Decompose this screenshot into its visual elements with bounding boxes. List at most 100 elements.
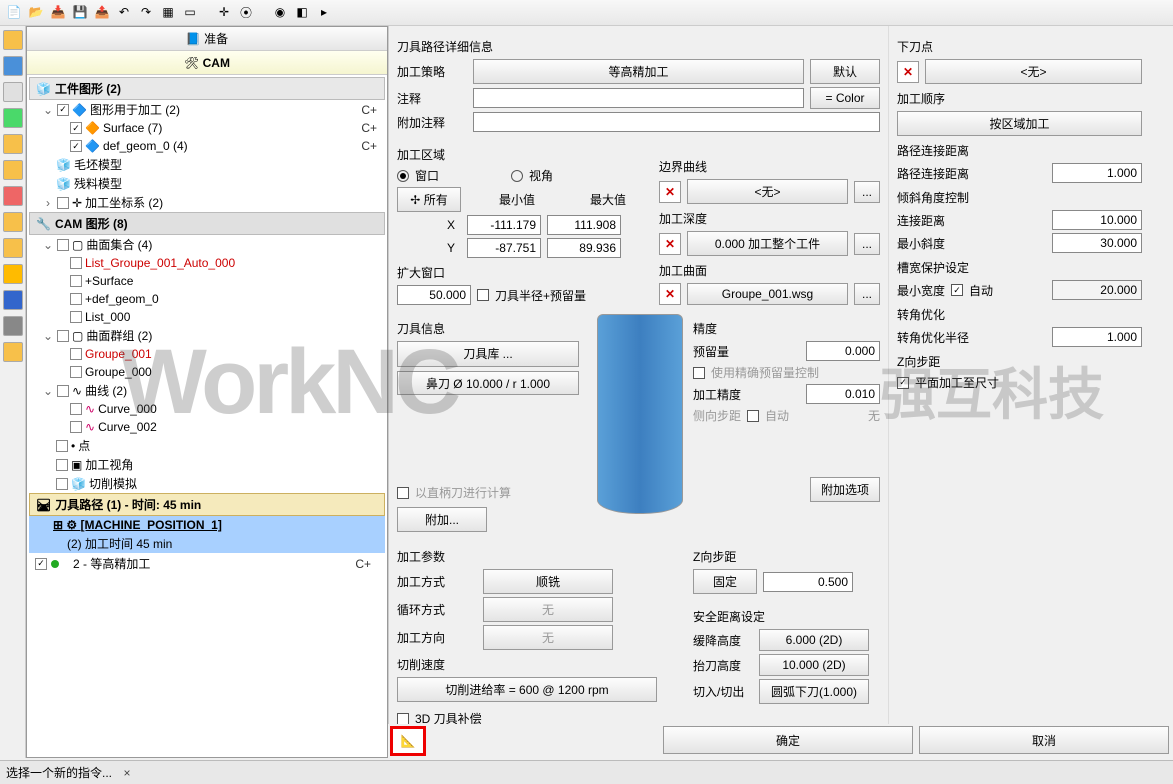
corner-input[interactable]	[1052, 327, 1142, 347]
ymax-input[interactable]	[547, 238, 621, 258]
prepare-header[interactable]: 📘 准备	[27, 27, 387, 51]
auto-width-checkbox[interactable]	[951, 284, 963, 296]
view-node[interactable]: ▣加工视角	[29, 455, 385, 474]
tb-mem-icon[interactable]: ▭	[180, 2, 200, 22]
plus-surface-node[interactable]: +Surface	[29, 272, 385, 290]
checkbox[interactable]	[70, 275, 82, 287]
enlarge-input[interactable]	[397, 285, 471, 305]
collapse-icon[interactable]: ⌄	[42, 384, 54, 398]
feedrate-button[interactable]: 切削进给率 = 600 @ 1200 rpm	[397, 677, 657, 702]
cam-shapes-section[interactable]: 🔧CAM 图形 (8)	[29, 212, 385, 235]
allowance-input[interactable]	[806, 341, 880, 361]
surfgroup-node[interactable]: ⌄▢曲面群组 (2)	[29, 326, 385, 345]
tool-radius-checkbox[interactable]	[477, 289, 489, 301]
checkbox[interactable]	[70, 293, 82, 305]
li-1-icon[interactable]	[3, 30, 23, 50]
method-button[interactable]: 顺铣	[483, 569, 613, 594]
checkbox[interactable]	[70, 421, 82, 433]
surface-browse-button[interactable]: ...	[854, 283, 880, 305]
cut-button[interactable]: 圆弧下刀(1.000)	[759, 679, 869, 704]
tb-undo-icon[interactable]: ↶	[114, 2, 134, 22]
default-button[interactable]: 默认	[810, 59, 880, 84]
checkbox[interactable]	[57, 385, 69, 397]
tb-more-icon[interactable]: ▸	[314, 2, 334, 22]
checkbox[interactable]	[56, 440, 68, 452]
link-input[interactable]	[1052, 163, 1142, 183]
ymin-input[interactable]	[467, 238, 541, 258]
curve002-node[interactable]: ∿Curve_002	[29, 418, 385, 436]
curve000-node[interactable]: ∿Curve_000	[29, 400, 385, 418]
li-7-icon[interactable]	[3, 186, 23, 206]
window-radio[interactable]	[397, 170, 409, 182]
points-node[interactable]: •点	[29, 436, 385, 455]
xmin-input[interactable]	[467, 215, 541, 235]
stock-node[interactable]: 🧊毛坯模型	[29, 155, 385, 174]
li-11-icon[interactable]	[3, 290, 23, 310]
tb-fit-icon[interactable]: ◉	[270, 2, 290, 22]
all-button[interactable]: ✢ 所有	[397, 187, 461, 212]
zstep-input[interactable]	[763, 572, 853, 592]
boundary-button[interactable]: <无>	[687, 179, 848, 204]
toolpath-section[interactable]: 🛤刀具路径 (1) - 时间: 45 min	[29, 493, 385, 516]
residual-node[interactable]: 🧊残料模型	[29, 174, 385, 193]
tb-import-icon[interactable]: 📥	[48, 2, 68, 22]
tool-lib-button[interactable]: 刀具库 ...	[397, 341, 579, 367]
list-groupe-node[interactable]: List_Groupe_001_Auto_000	[29, 254, 385, 272]
defgeom-node[interactable]: 🔷def_geom_0 (4)C+	[29, 137, 385, 155]
machine-pos[interactable]: ⊞ ⚙ [MACHINE_POSITION_1]	[29, 516, 385, 534]
depth-button[interactable]: 0.000 加工整个工件	[687, 231, 848, 256]
li-3-icon[interactable]	[3, 82, 23, 102]
cam-header[interactable]: 🛠 CAM	[27, 51, 387, 75]
boundary-browse-button[interactable]: ...	[854, 181, 880, 203]
workpiece-section[interactable]: 🧊工件图形 (2)	[29, 77, 385, 100]
xmax-input[interactable]	[547, 215, 621, 235]
tb-export-icon[interactable]: 📤	[92, 2, 112, 22]
ok-button[interactable]: 确定	[663, 726, 913, 754]
cutsim-node[interactable]: 🧊切削模拟	[29, 474, 385, 493]
order-button[interactable]: 按区域加工	[897, 111, 1142, 136]
status-close-icon[interactable]: ×	[120, 766, 134, 780]
fixed-button[interactable]: 固定	[693, 569, 757, 594]
tb-new-icon[interactable]: 📄	[4, 2, 24, 22]
tb-grid-icon[interactable]: ▦	[158, 2, 178, 22]
tb-cube-icon[interactable]: ◧	[292, 2, 312, 22]
checkbox[interactable]	[56, 459, 68, 471]
checkbox[interactable]	[70, 122, 82, 134]
checkbox[interactable]	[70, 366, 82, 378]
tool-desc-button[interactable]: 鼻刀 Ø 10.000 / r 1.000	[397, 371, 579, 395]
li-4-icon[interactable]	[3, 108, 23, 128]
append-button[interactable]: 附加...	[397, 507, 487, 532]
collapse-icon[interactable]: ⌄	[42, 329, 54, 343]
extra-comment-input[interactable]	[473, 112, 880, 132]
extra-options-button[interactable]: 附加选项	[810, 477, 880, 502]
checkbox[interactable]	[57, 104, 69, 116]
tb-save-icon[interactable]: 💾	[70, 2, 90, 22]
clear-boundary-button[interactable]: ✕	[659, 181, 681, 203]
minslope-input[interactable]	[1052, 233, 1142, 253]
comp3d-checkbox[interactable]	[397, 713, 409, 725]
clear-surface-button[interactable]: ✕	[659, 283, 681, 305]
li-2-icon[interactable]	[3, 56, 23, 76]
tb-redo-icon[interactable]: ↷	[136, 2, 156, 22]
surfset-node[interactable]: ⌄▢曲面集合 (4)	[29, 235, 385, 254]
checkbox[interactable]	[70, 348, 82, 360]
color-button[interactable]: = Color	[810, 87, 880, 109]
li-6-icon[interactable]	[3, 160, 23, 180]
plus-defgeom-node[interactable]: +def_geom_0	[29, 290, 385, 308]
checkbox[interactable]	[57, 330, 69, 342]
checkbox[interactable]	[57, 197, 69, 209]
checkbox[interactable]	[70, 140, 82, 152]
flat-checkbox[interactable]	[897, 377, 909, 389]
cancel-button[interactable]: 取消	[919, 726, 1169, 754]
li-8-icon[interactable]	[3, 212, 23, 232]
ramp-button[interactable]: 6.000 (2D)	[759, 629, 869, 651]
conn-input[interactable]	[1052, 210, 1142, 230]
view-radio[interactable]	[511, 170, 523, 182]
clear-lead-button[interactable]: ✕	[897, 61, 919, 83]
depth-browse-button[interactable]: ...	[854, 233, 880, 255]
li-10-icon[interactable]	[3, 264, 23, 284]
li-12-icon[interactable]	[3, 316, 23, 336]
retract-button[interactable]: 10.000 (2D)	[759, 654, 869, 676]
li-9-icon[interactable]	[3, 238, 23, 258]
clear-depth-button[interactable]: ✕	[659, 233, 681, 255]
